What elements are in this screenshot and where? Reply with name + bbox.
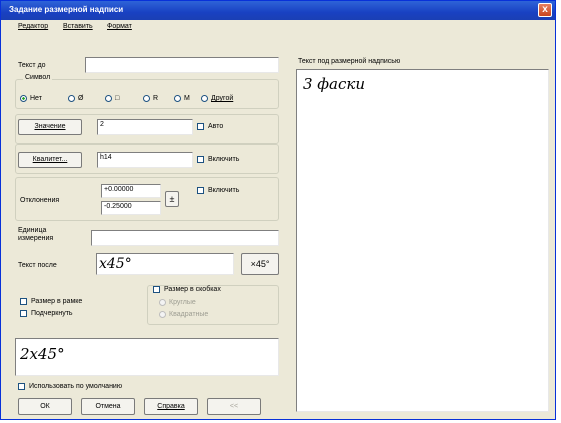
- size-frame-checkbox[interactable]: [20, 298, 27, 305]
- symbol-other-radio[interactable]: [201, 95, 208, 102]
- symbol-group: [15, 79, 279, 109]
- text-after-input[interactable]: x45°: [96, 253, 234, 275]
- menu-insert[interactable]: Вставить: [63, 23, 93, 30]
- deviations-include-checkbox[interactable]: [197, 187, 204, 194]
- cancel-button[interactable]: Отмена: [81, 398, 135, 415]
- menu-format[interactable]: Формат: [107, 23, 132, 30]
- square-brackets-label: Квадратные: [169, 311, 209, 318]
- symbol-other-label: Другой: [211, 95, 234, 102]
- deviations-include-label: Включить: [208, 187, 240, 194]
- window-title: Задание размерной надписи: [9, 5, 124, 14]
- use-default-checkbox[interactable]: [18, 383, 25, 390]
- x45-button[interactable]: ×45°: [241, 253, 279, 275]
- underline-checkbox[interactable]: [20, 310, 27, 317]
- symbol-radius-radio[interactable]: [143, 95, 150, 102]
- tolerance-button[interactable]: Квалитет...: [18, 152, 82, 168]
- tolerance-include-checkbox[interactable]: [197, 156, 204, 163]
- text-before-input[interactable]: [85, 57, 279, 73]
- symbol-group-label: Символ: [23, 74, 53, 81]
- collapse-button[interactable]: <<: [207, 398, 261, 415]
- use-default-label: Использовать по умолчанию: [29, 383, 123, 390]
- parentheses-label: Размер в скобках: [164, 286, 221, 293]
- text-before-label: Текст до: [18, 62, 46, 69]
- value-button[interactable]: Значение: [18, 119, 82, 135]
- tolerance-input[interactable]: h14: [97, 152, 193, 168]
- upper-deviation-input[interactable]: +0.00000: [101, 184, 161, 198]
- ok-button[interactable]: ОК: [18, 398, 72, 415]
- round-brackets-label: Круглые: [169, 299, 196, 306]
- help-button[interactable]: Справка: [144, 398, 198, 415]
- underline-label: Подчеркнуть: [31, 310, 73, 317]
- under-text-area[interactable]: 3 фаски: [296, 69, 549, 412]
- close-button[interactable]: x: [538, 3, 552, 17]
- menu-editor[interactable]: Редактор: [18, 23, 48, 30]
- dimension-label-dialog: Задание размерной надписи x Редактор Вст…: [0, 0, 556, 420]
- lower-deviation-input[interactable]: -0.25000: [101, 201, 161, 215]
- unit-input[interactable]: [91, 230, 279, 246]
- symbol-square-radio[interactable]: [105, 95, 112, 102]
- symbol-diameter-label: Ø: [78, 95, 84, 102]
- size-frame-label: Размер в рамке: [31, 298, 83, 305]
- tolerance-include-label: Включить: [208, 156, 240, 163]
- symbol-radius-label: R: [153, 95, 159, 102]
- parentheses-checkbox[interactable]: [153, 286, 160, 293]
- symbol-metric-radio[interactable]: [174, 95, 181, 102]
- symbol-none-label: Нет: [30, 95, 42, 102]
- deviations-label: Отклонения: [20, 197, 60, 204]
- plus-minus-button[interactable]: ±: [165, 191, 179, 207]
- auto-checkbox[interactable]: [197, 123, 204, 130]
- symbol-metric-label: M: [184, 95, 190, 102]
- value-input[interactable]: 2: [97, 119, 193, 135]
- square-brackets-radio[interactable]: [159, 311, 166, 318]
- preview-box: 2x45°: [15, 338, 279, 376]
- symbol-none-radio[interactable]: [20, 95, 27, 102]
- unit-label: Единица измерения: [18, 227, 54, 242]
- symbol-diameter-radio[interactable]: [68, 95, 75, 102]
- round-brackets-radio[interactable]: [159, 299, 166, 306]
- auto-label: Авто: [208, 123, 224, 130]
- text-after-label: Текст после: [18, 262, 57, 269]
- menu-bar: Редактор Вставить Формат: [1, 21, 555, 35]
- title-bar: Задание размерной надписи x: [1, 1, 555, 20]
- symbol-square-label: □: [115, 95, 120, 102]
- under-text-label: Текст под размерной надписью: [298, 58, 401, 65]
